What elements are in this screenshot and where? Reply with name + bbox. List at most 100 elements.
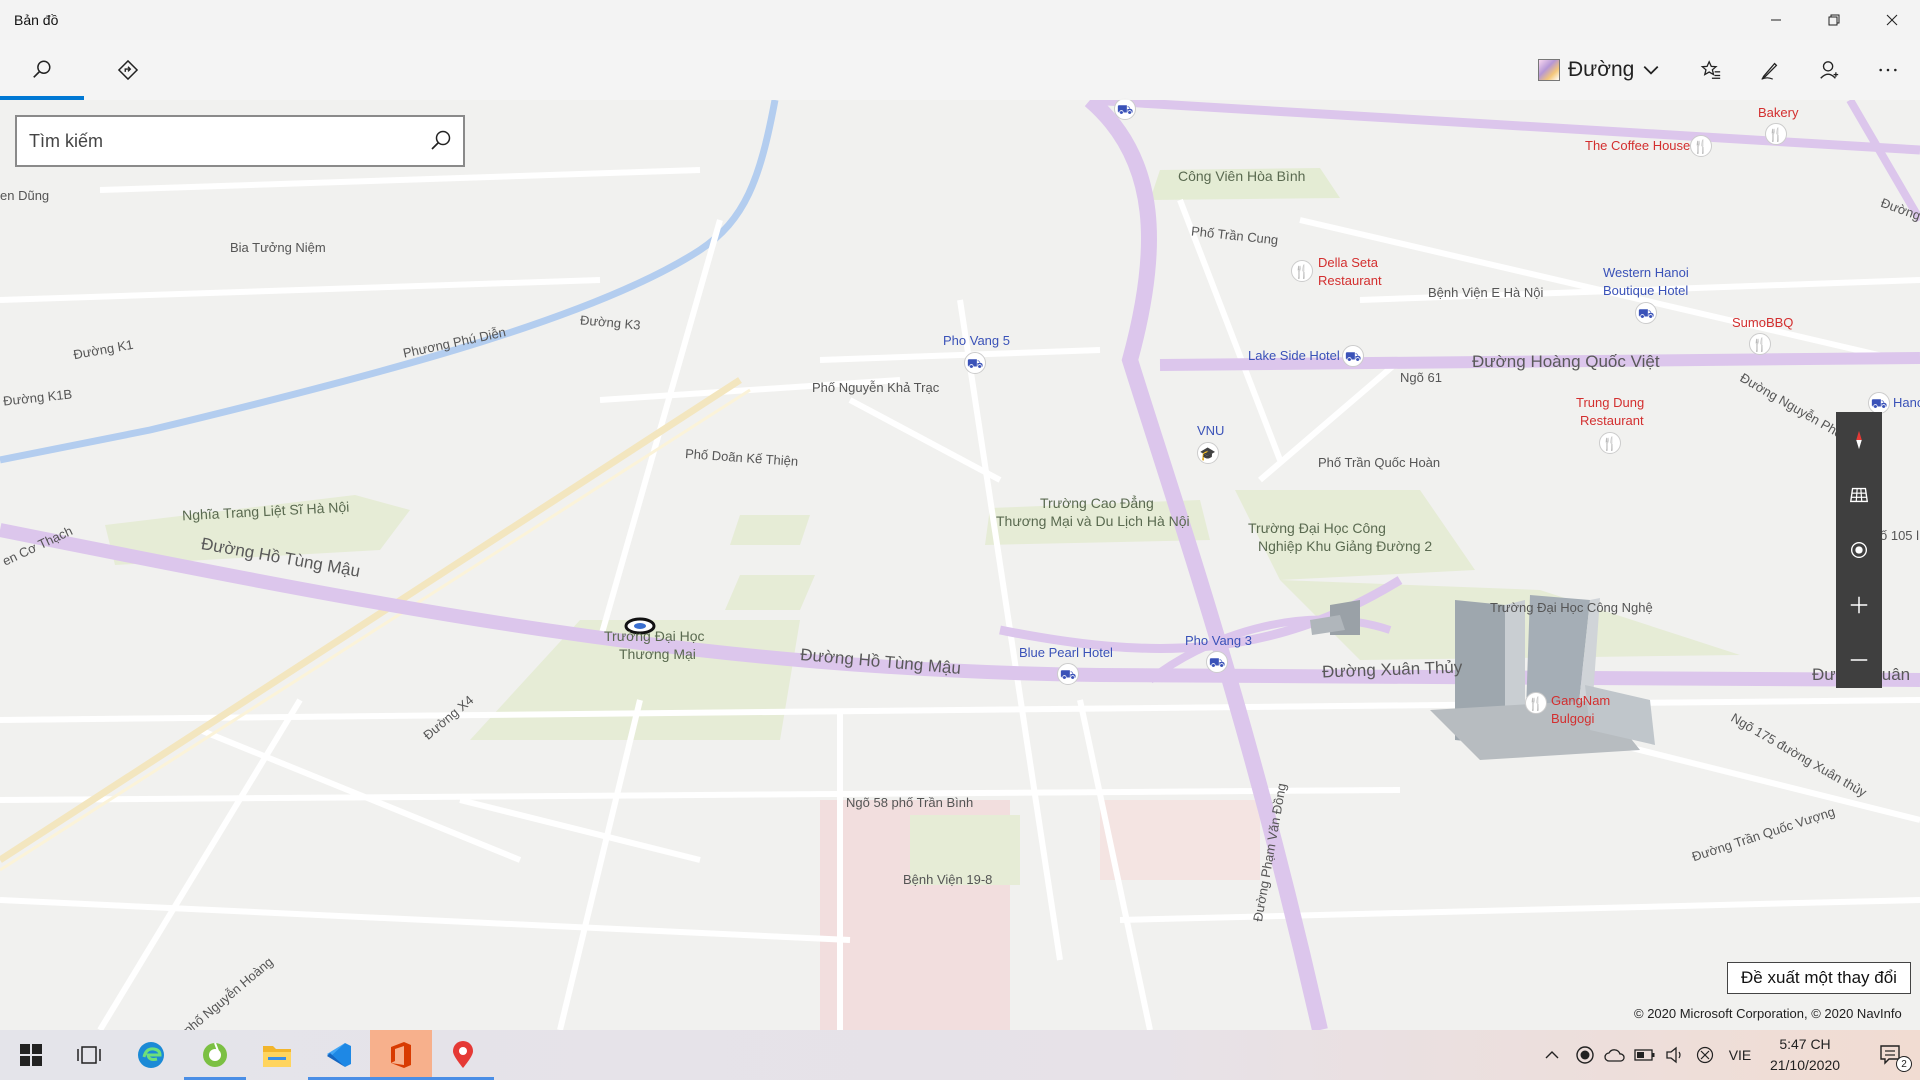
taskbar-edge[interactable] bbox=[120, 1030, 182, 1080]
restaurant-icon[interactable]: 🍴 bbox=[1749, 333, 1771, 355]
road-label: Ngõ 61 bbox=[1400, 370, 1442, 385]
restaurant-icon[interactable]: 🍴 bbox=[1690, 135, 1712, 157]
road-label: Phố Trần Quốc Hoàn bbox=[1318, 455, 1441, 470]
restaurant-icon[interactable]: 🍴 bbox=[1765, 123, 1787, 145]
zoom-in-button[interactable] bbox=[1836, 577, 1882, 632]
hotel-icon[interactable]: ⛟ bbox=[1114, 98, 1136, 120]
poi-label[interactable]: Trung Dung bbox=[1576, 395, 1644, 410]
taskbar-file-explorer[interactable] bbox=[246, 1030, 308, 1080]
hotel-icon[interactable]: ⛟ bbox=[1342, 345, 1364, 367]
poi-label[interactable]: VNU bbox=[1197, 423, 1224, 438]
my-location-button[interactable] bbox=[1836, 522, 1882, 577]
show-hidden-icons-button[interactable] bbox=[1538, 1030, 1566, 1080]
app-toolbar: Đường bbox=[0, 40, 1920, 100]
vscode-icon bbox=[327, 1043, 351, 1067]
poi-label[interactable]: Restaurant bbox=[1580, 413, 1644, 428]
poi-label[interactable]: GangNam bbox=[1551, 693, 1610, 708]
tray-onedrive-icon[interactable] bbox=[1600, 1030, 1630, 1080]
map-style-label: Đường bbox=[1568, 58, 1635, 81]
start-button[interactable] bbox=[0, 1030, 62, 1080]
hotel-icon[interactable]: ⛟ bbox=[1206, 651, 1228, 673]
poi-label[interactable]: Pho Vang 3 bbox=[1185, 633, 1252, 648]
hotel-icon[interactable]: ⛟ bbox=[1057, 663, 1079, 685]
tray-volume-icon[interactable] bbox=[1660, 1030, 1690, 1080]
map-canvas[interactable]: Đường Hồ Tùng Mậu Đường Hồ Tùng Mậu Đườn… bbox=[0, 98, 1920, 1030]
university-icon[interactable]: 🎓 bbox=[1197, 442, 1219, 464]
more-button[interactable] bbox=[1858, 40, 1918, 100]
search-submit-icon[interactable] bbox=[429, 129, 453, 153]
taskbar-app-green[interactable] bbox=[184, 1030, 246, 1080]
restaurant-icon[interactable]: 🍴 bbox=[1525, 692, 1547, 714]
place-label: Nghiệp Khu Giảng Đường 2 bbox=[1258, 538, 1433, 554]
place-label: Bệnh Viện E Hà Nội bbox=[1428, 285, 1544, 300]
account-button[interactable] bbox=[1799, 40, 1859, 100]
action-center-button[interactable]: 2 bbox=[1866, 1030, 1916, 1080]
ink-button[interactable] bbox=[1740, 40, 1800, 100]
poi-label[interactable]: SumoBBQ bbox=[1732, 315, 1793, 330]
input-language[interactable]: VIE bbox=[1720, 1030, 1760, 1080]
place-label: Công Viên Hòa Bình bbox=[1178, 168, 1306, 184]
compass-icon bbox=[1856, 430, 1862, 449]
restore-button[interactable] bbox=[1805, 0, 1863, 40]
person-icon bbox=[1820, 61, 1839, 79]
poi-label[interactable]: Bakery bbox=[1758, 105, 1798, 120]
minimize-icon bbox=[1771, 19, 1781, 21]
poi-label[interactable]: Hanc bbox=[1893, 395, 1920, 410]
poi-label[interactable]: Della Seta bbox=[1318, 255, 1378, 270]
restore-icon bbox=[1828, 14, 1840, 26]
search-input[interactable] bbox=[29, 117, 409, 165]
taskbar-office[interactable] bbox=[370, 1030, 432, 1080]
search-icon bbox=[33, 60, 51, 78]
pen-icon bbox=[1761, 62, 1778, 80]
hotel-icon[interactable]: ⛟ bbox=[1635, 302, 1657, 324]
taskbar-vscode[interactable] bbox=[308, 1030, 370, 1080]
search-tab[interactable] bbox=[0, 40, 84, 100]
poi-label[interactable]: Bulgogi bbox=[1551, 711, 1594, 726]
task-view-icon bbox=[77, 1046, 101, 1064]
taskbar: VIE 5:47 CH 21/10/2020 2 bbox=[0, 1030, 1920, 1080]
task-view-button[interactable] bbox=[58, 1030, 120, 1080]
road-label: Đường Hoàng Quốc Việt bbox=[1472, 352, 1660, 371]
notification-count-badge: 2 bbox=[1896, 1056, 1912, 1072]
place-label: Bia Tưởng Niệm bbox=[230, 240, 326, 255]
more-dots-icon bbox=[1879, 68, 1897, 72]
poi-label[interactable]: Western Hanoi bbox=[1603, 265, 1689, 280]
directions-tab[interactable] bbox=[86, 40, 170, 100]
chevron-up-icon bbox=[1545, 1051, 1559, 1059]
hotel-icon[interactable]: ⛟ bbox=[1868, 392, 1890, 414]
plus-icon bbox=[1850, 596, 1868, 613]
poi-label[interactable]: Pho Vang 5 bbox=[943, 333, 1010, 348]
clock-date: 21/10/2020 bbox=[1769, 1057, 1841, 1073]
poi-label[interactable]: Lake Side Hotel bbox=[1248, 348, 1340, 363]
tray-network-icon[interactable] bbox=[1690, 1030, 1720, 1080]
restaurant-icon[interactable]: 🍴 bbox=[1291, 260, 1313, 282]
chevron-down-icon bbox=[1643, 65, 1659, 75]
place-label: Trường Cao Đẳng bbox=[1040, 495, 1154, 511]
map-pin-icon bbox=[453, 1041, 473, 1068]
compass-button[interactable] bbox=[1836, 412, 1882, 467]
windows-logo-icon bbox=[20, 1044, 42, 1066]
map-style-dropdown[interactable]: Đường bbox=[1538, 40, 1660, 100]
poi-label[interactable]: The Coffee House bbox=[1585, 138, 1690, 153]
tray-battery-icon[interactable] bbox=[1630, 1030, 1660, 1080]
place-label: Bệnh Viện 19-8 bbox=[903, 872, 993, 887]
poi-label[interactable]: Blue Pearl Hotel bbox=[1019, 645, 1113, 660]
directions-icon bbox=[117, 59, 139, 81]
zoom-out-button[interactable] bbox=[1836, 632, 1882, 687]
taskbar-clock[interactable]: 5:47 CH 21/10/2020 bbox=[1755, 1034, 1855, 1076]
favorites-button[interactable] bbox=[1681, 40, 1741, 100]
restaurant-icon[interactable]: 🍴 bbox=[1599, 432, 1621, 454]
search-box bbox=[15, 115, 465, 167]
tray-record-icon[interactable] bbox=[1570, 1030, 1600, 1080]
poi-label[interactable]: Boutique Hotel bbox=[1603, 283, 1688, 298]
tilt-button[interactable] bbox=[1836, 467, 1882, 522]
no-network-icon bbox=[1696, 1046, 1714, 1064]
suggest-change-button[interactable]: Đề xuất một thay đổi bbox=[1727, 962, 1911, 994]
edge-browser-icon bbox=[138, 1042, 164, 1068]
hotel-icon[interactable]: ⛟ bbox=[964, 352, 986, 374]
minimize-button[interactable] bbox=[1747, 0, 1805, 40]
cloud-icon bbox=[1604, 1049, 1625, 1062]
poi-label[interactable]: Restaurant bbox=[1318, 273, 1382, 288]
taskbar-maps[interactable] bbox=[432, 1030, 494, 1080]
close-button[interactable] bbox=[1863, 0, 1920, 40]
